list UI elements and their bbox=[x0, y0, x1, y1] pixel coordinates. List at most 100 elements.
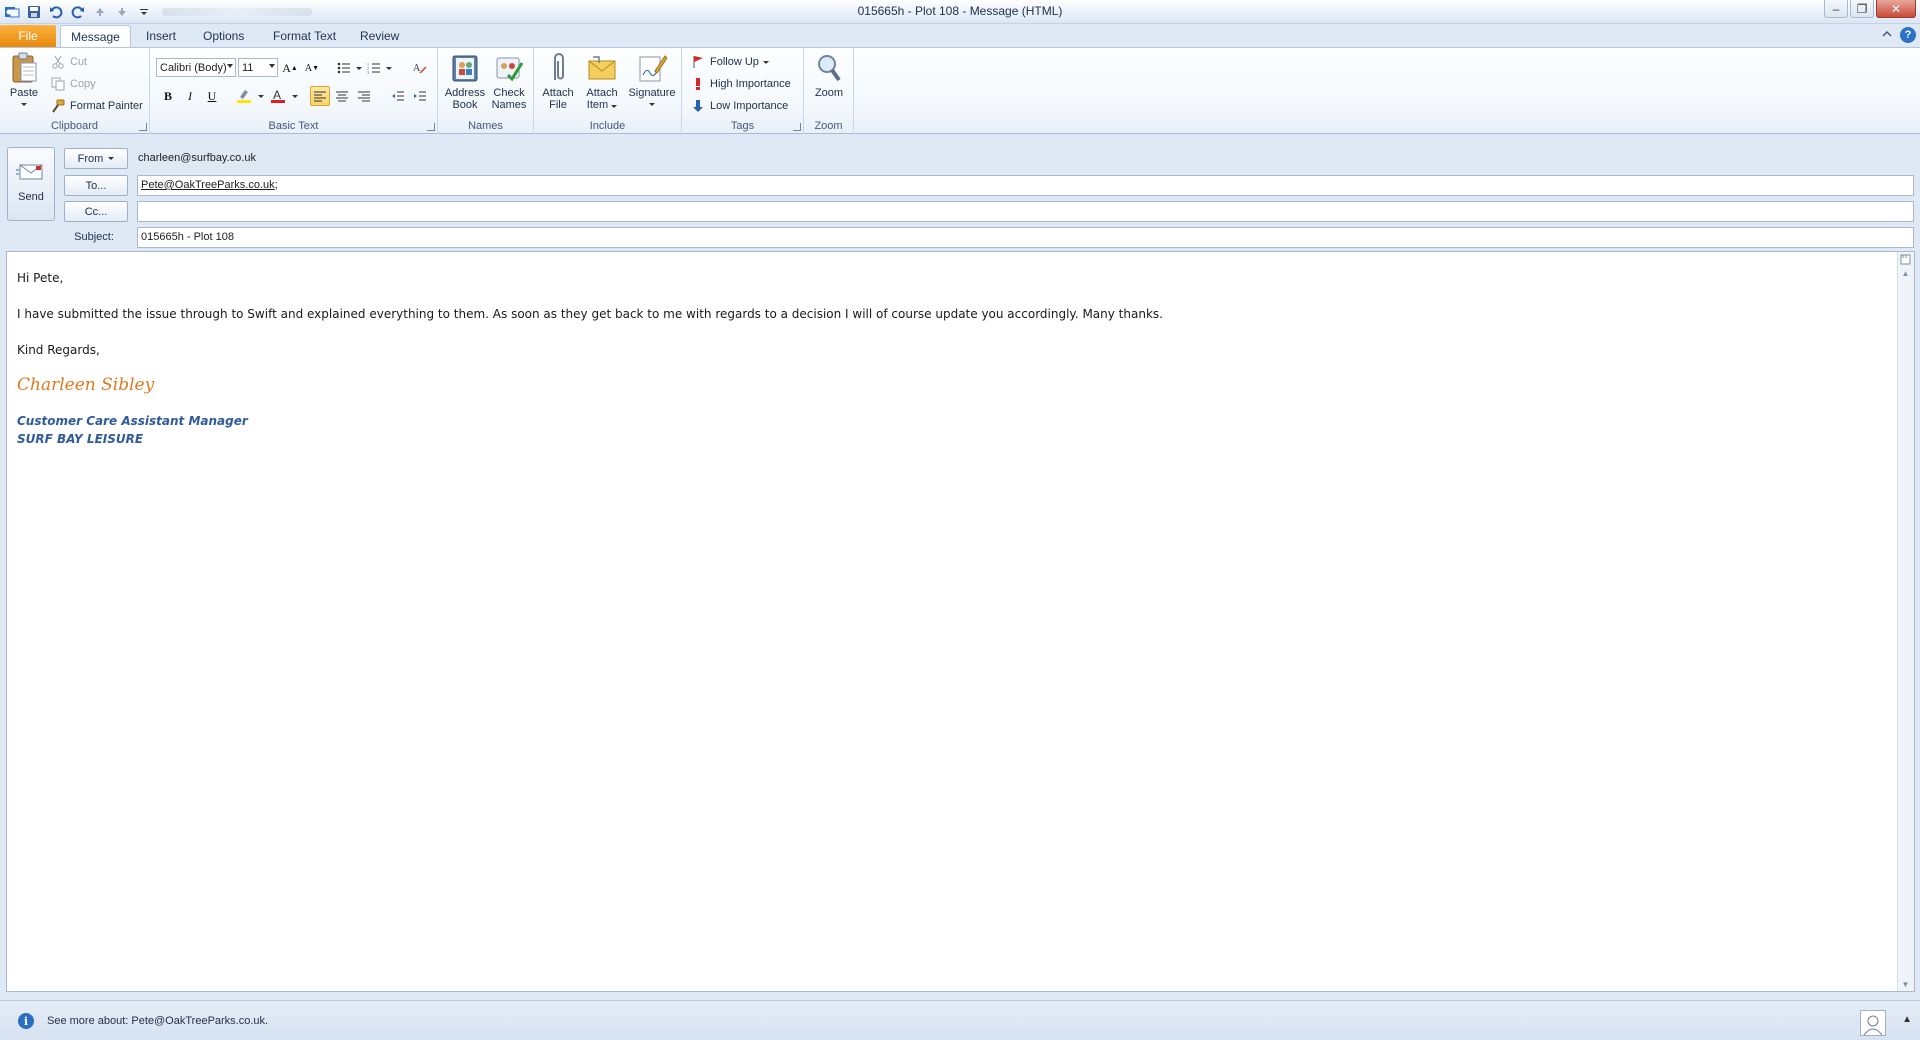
italic-button[interactable]: I bbox=[180, 86, 200, 106]
zoom-group: Zoom Zoom bbox=[804, 48, 854, 134]
expand-people-pane-icon[interactable]: ▲ bbox=[1902, 1014, 1912, 1025]
scroll-down-icon[interactable]: ▼ bbox=[1898, 977, 1913, 991]
decrease-indent-icon[interactable] bbox=[388, 86, 408, 106]
to-recipient[interactable]: Pete@OakTreeParks.co.uk bbox=[141, 179, 275, 191]
zoom-label: Zoom bbox=[814, 87, 844, 99]
increase-indent-icon[interactable] bbox=[410, 86, 430, 106]
message-body-content[interactable]: Hi Pete, I have submitted the issue thro… bbox=[17, 270, 1163, 448]
paste-button[interactable]: Paste bbox=[6, 52, 42, 106]
vertical-scrollbar[interactable]: ▲ ▼ bbox=[1897, 252, 1914, 991]
check-names-icon bbox=[493, 52, 525, 84]
tab-message[interactable]: Message bbox=[60, 25, 131, 47]
closing: Kind Regards, bbox=[17, 343, 100, 357]
clipboard-group: Paste Cut Copy Format Painter Clipboard bbox=[0, 48, 150, 134]
help-icon[interactable]: ? bbox=[1900, 27, 1916, 43]
numbering-dropdown-icon[interactable] bbox=[386, 67, 392, 70]
attach-item-button[interactable]: Attach Item bbox=[580, 52, 624, 111]
clear-formatting-icon[interactable]: A bbox=[410, 58, 430, 78]
bullets-dropdown-icon[interactable] bbox=[356, 67, 362, 70]
people-pane-bar: i See more about: Pete@OakTreeParks.co.u… bbox=[0, 1000, 1920, 1040]
tab-format-text[interactable]: Format Text bbox=[261, 25, 348, 47]
flag-icon bbox=[690, 54, 706, 70]
to-field[interactable]: Pete@OakTreeParks.co.uk; bbox=[137, 175, 1914, 196]
scroll-up-icon[interactable]: ▲ bbox=[1898, 266, 1913, 280]
ruler-toggle-icon[interactable] bbox=[1898, 252, 1913, 266]
format-painter-button[interactable]: Format Painter bbox=[50, 97, 143, 115]
cut-button[interactable]: Cut bbox=[50, 53, 87, 71]
bold-button[interactable]: B bbox=[158, 86, 178, 106]
signature-label: Signature bbox=[628, 87, 676, 99]
address-book-button[interactable]: Address Book bbox=[442, 52, 488, 111]
address-book-label-1: Address bbox=[444, 87, 486, 99]
names-group-label: Names bbox=[468, 120, 503, 132]
font-family-value: Calibri (Body) bbox=[160, 61, 227, 74]
person-icon[interactable] bbox=[1860, 1010, 1886, 1036]
font-color-dropdown-icon[interactable] bbox=[292, 95, 298, 98]
attach-item-label-1: Attach bbox=[586, 87, 618, 99]
zoom-button[interactable]: Zoom bbox=[808, 52, 850, 99]
numbering-icon[interactable]: 123 bbox=[364, 58, 384, 78]
shrink-font-icon[interactable]: A ▼ bbox=[302, 58, 322, 78]
underline-button[interactable]: U bbox=[202, 86, 222, 106]
copy-button[interactable]: Copy bbox=[50, 75, 96, 93]
signature-button[interactable]: Signature bbox=[624, 52, 680, 106]
highlight-dropdown-icon[interactable] bbox=[258, 95, 264, 98]
to-button[interactable]: To... bbox=[64, 175, 128, 196]
format-painter-label: Format Painter bbox=[70, 100, 143, 112]
font-color-icon[interactable]: A bbox=[268, 86, 288, 106]
restore-button[interactable]: ❐ bbox=[1850, 0, 1874, 18]
send-button[interactable]: Send bbox=[7, 147, 55, 221]
cc-field[interactable] bbox=[137, 201, 1914, 222]
body-paragraph: I have submitted the issue through to Sw… bbox=[17, 307, 1163, 321]
align-right-icon[interactable] bbox=[354, 86, 374, 106]
tags-dialog-launcher[interactable] bbox=[793, 123, 801, 131]
clipboard-dialog-launcher[interactable] bbox=[139, 123, 147, 131]
minimize-button[interactable]: – bbox=[1824, 0, 1848, 18]
include-group-label: Include bbox=[589, 120, 626, 132]
follow-up-label: Follow Up bbox=[710, 56, 759, 68]
message-body[interactable]: Hi Pete, I have submitted the issue thro… bbox=[6, 251, 1915, 992]
follow-up-button[interactable]: Follow Up bbox=[690, 53, 769, 71]
cc-button[interactable]: Cc... bbox=[64, 201, 128, 222]
magnifier-icon bbox=[813, 52, 845, 84]
subject-field[interactable]: 015665h - Plot 108 bbox=[137, 227, 1914, 248]
paste-icon bbox=[8, 52, 40, 84]
minimize-ribbon-icon[interactable] bbox=[1882, 28, 1892, 42]
bullets-icon[interactable] bbox=[334, 58, 354, 78]
from-value: charleen@surfbay.co.uk bbox=[138, 152, 256, 164]
paste-dropdown-icon[interactable] bbox=[21, 103, 27, 106]
cut-label: Cut bbox=[70, 56, 88, 68]
tab-review[interactable]: Review bbox=[348, 25, 411, 47]
see-more-about-text[interactable]: See more about: Pete@OakTreeParks.co.uk. bbox=[47, 1015, 268, 1027]
grow-font-icon[interactable]: A ▲ bbox=[280, 58, 300, 78]
attach-file-button[interactable]: Attach File bbox=[536, 52, 580, 111]
title-bar: 015665h - Plot 108 - Message (HTML) – ❐ … bbox=[0, 0, 1920, 24]
tags-group: Follow Up High Importance Low Importance… bbox=[682, 48, 804, 134]
align-center-icon[interactable] bbox=[332, 86, 352, 106]
from-label: From bbox=[77, 152, 104, 165]
paste-label: Paste bbox=[9, 87, 39, 99]
font-size-combo[interactable]: 11 bbox=[238, 58, 278, 77]
ribbon: Paste Cut Copy Format Painter Clipboard … bbox=[0, 47, 1920, 134]
scissors-icon bbox=[50, 54, 66, 70]
copy-icon bbox=[50, 76, 66, 92]
align-left-icon[interactable] bbox=[310, 86, 330, 106]
info-icon: i bbox=[18, 1013, 34, 1029]
low-importance-button[interactable]: Low Importance bbox=[690, 97, 788, 115]
font-family-combo[interactable]: Calibri (Body) bbox=[156, 58, 236, 77]
from-button[interactable]: From bbox=[64, 148, 128, 169]
tab-file[interactable]: File bbox=[0, 25, 56, 47]
high-importance-button[interactable]: High Importance bbox=[690, 75, 791, 93]
ribbon-tabs: File Message Insert Options Format Text … bbox=[0, 24, 1920, 47]
signature-dropdown-icon[interactable] bbox=[649, 103, 655, 106]
tab-insert[interactable]: Insert bbox=[134, 25, 188, 47]
exclamation-icon bbox=[690, 76, 706, 92]
highlight-color-icon[interactable] bbox=[234, 86, 254, 106]
basic-text-group-label: Basic Text bbox=[268, 120, 319, 132]
check-names-button[interactable]: Check Names bbox=[488, 52, 530, 111]
signature-company: SURF BAY LEISURE bbox=[17, 432, 144, 446]
window-controls: – ❐ ✕ bbox=[1824, 0, 1916, 18]
tab-options[interactable]: Options bbox=[191, 25, 256, 47]
close-button[interactable]: ✕ bbox=[1876, 0, 1916, 18]
basic-text-dialog-launcher[interactable] bbox=[427, 123, 435, 131]
